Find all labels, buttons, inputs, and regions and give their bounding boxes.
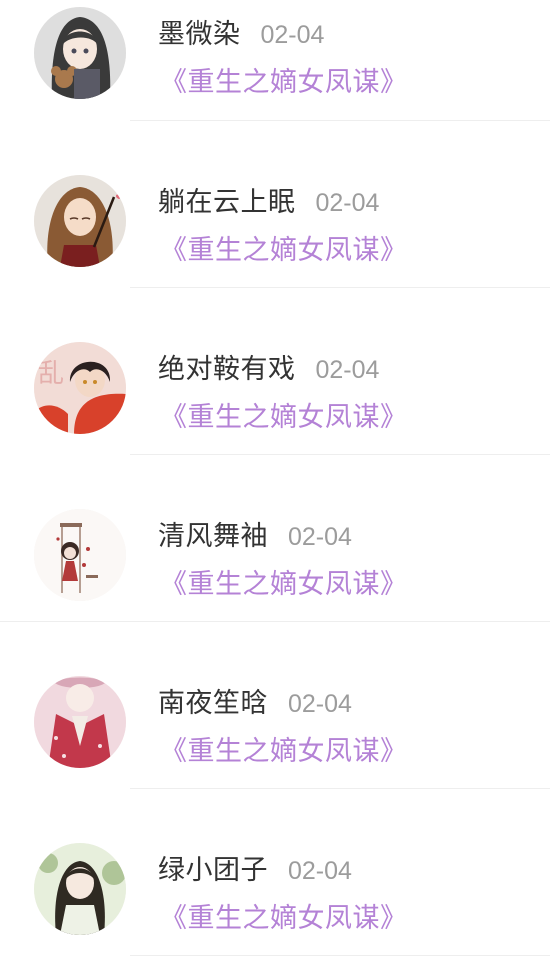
book-title-link[interactable]: 《重生之嫡女凤谋》	[160, 60, 408, 99]
list-item[interactable]: 绿小团子 02-04 《重生之嫡女凤谋》	[0, 789, 550, 956]
avatar-girl-red-hanfu-icon	[34, 676, 126, 768]
comment-list: 墨微染 02-04 《重生之嫡女凤谋》 躺在云上眠 02-04 《重生之嫡女凤谋…	[0, 0, 550, 956]
comment-date: 02-04	[260, 21, 325, 49]
avatar[interactable]	[34, 175, 126, 267]
divider	[130, 955, 550, 956]
avatar-chibi-scene-icon	[34, 509, 126, 601]
list-item[interactable]: 躺在云上眠 02-04 《重生之嫡女凤谋》	[0, 121, 550, 288]
comment-date: 02-04	[288, 523, 352, 551]
book-title-link[interactable]: 《重生之嫡女凤谋》	[160, 729, 408, 768]
comment-date: 02-04	[288, 690, 352, 718]
avatar-girl-with-wand-icon	[34, 175, 126, 267]
avatar-boy-red-robe-icon: 乱	[34, 342, 126, 434]
username[interactable]: 绝对鞍有戏	[158, 347, 296, 386]
avatar[interactable]	[34, 7, 126, 99]
list-item[interactable]: 南夜笙晗 02-04 《重生之嫡女凤谋》	[0, 622, 550, 789]
book-title-link[interactable]: 《重生之嫡女凤谋》	[160, 228, 408, 267]
username[interactable]: 墨微染	[158, 12, 241, 51]
comment-date: 02-04	[288, 857, 352, 885]
book-title-link[interactable]: 《重生之嫡女凤谋》	[160, 395, 408, 434]
svg-text:乱: 乱	[38, 359, 64, 389]
username[interactable]: 绿小团子	[158, 848, 268, 887]
list-item[interactable]: 乱 绝对鞍有戏 02-04 《重生之嫡女凤谋》	[0, 288, 550, 455]
username[interactable]: 清风舞袖	[158, 514, 268, 553]
avatar[interactable]	[34, 843, 126, 935]
comment-date: 02-04	[315, 189, 380, 217]
list-item[interactable]: 墨微染 02-04 《重生之嫡女凤谋》	[0, 0, 550, 121]
username[interactable]: 躺在云上眠	[158, 180, 296, 219]
avatar[interactable]: 乱	[34, 342, 126, 434]
book-title-link[interactable]: 《重生之嫡女凤谋》	[160, 896, 408, 935]
avatar-girl-with-teddy-bear-icon	[34, 7, 126, 99]
comment-date: 02-04	[315, 356, 380, 384]
list-item[interactable]: 清风舞袖 02-04 《重生之嫡女凤谋》	[0, 455, 550, 622]
username[interactable]: 南夜笙晗	[158, 681, 268, 720]
book-title-link[interactable]: 《重生之嫡女凤谋》	[160, 562, 408, 601]
avatar-girl-green-garden-icon	[34, 843, 126, 935]
avatar[interactable]	[34, 509, 126, 601]
avatar[interactable]	[34, 676, 126, 768]
